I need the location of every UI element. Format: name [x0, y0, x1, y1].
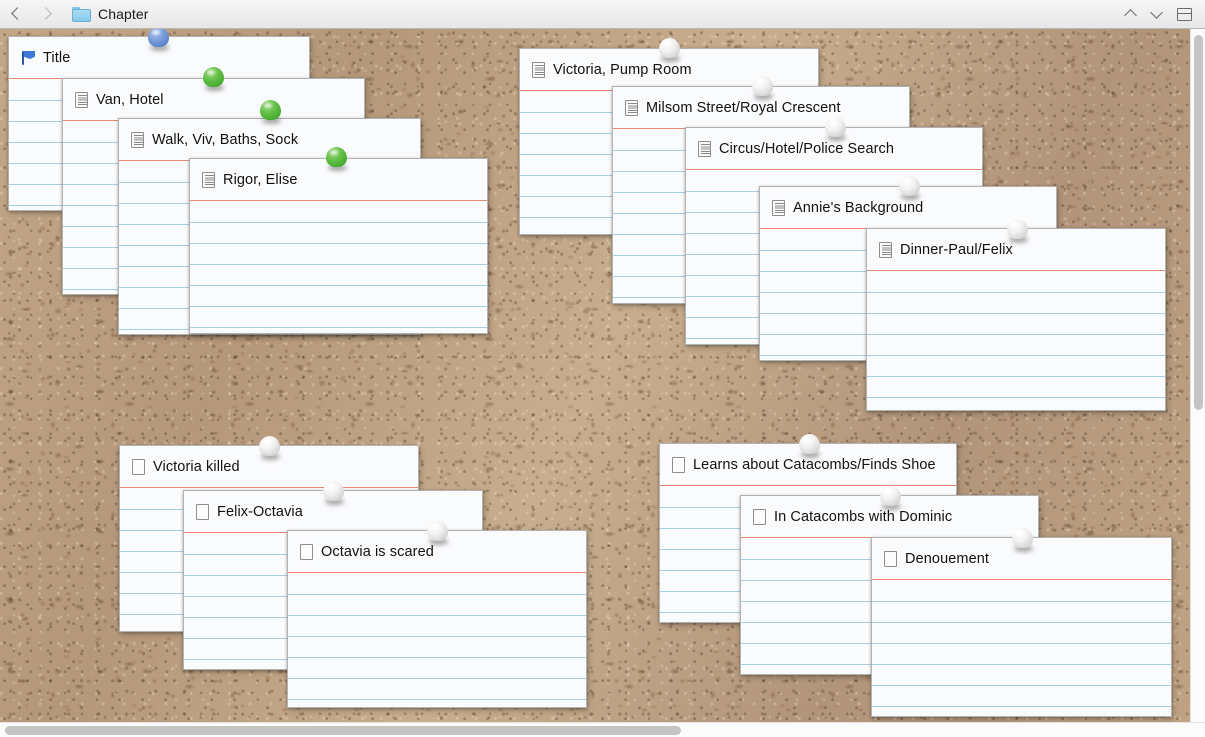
index-card-body[interactable] — [872, 580, 1171, 716]
document-icon — [202, 171, 215, 188]
index-card-title: Milsom Street/Royal Crescent — [646, 99, 841, 116]
index-card-title: Octavia is scared — [321, 543, 434, 560]
index-card-rule — [190, 244, 487, 265]
index-card-title: Annie's Background — [793, 199, 924, 216]
navigation-buttons — [12, 6, 50, 22]
index-card-title: Walk, Viv, Baths, Sock — [152, 131, 299, 148]
index-card[interactable]: Denouement — [871, 537, 1172, 717]
index-card-rule — [867, 398, 1165, 410]
index-card-rule — [190, 307, 487, 328]
index-card-title: Felix-Octavia — [217, 503, 303, 520]
chevron-down-icon[interactable] — [1151, 6, 1162, 22]
index-card-rule — [872, 644, 1171, 665]
index-card-title: Dinner-Paul/Felix — [900, 241, 1013, 258]
index-card-header: Rigor, Elise — [190, 159, 487, 201]
index-card-title: In Catacombs with Dominic — [774, 508, 953, 525]
horizontal-scrollbar[interactable] — [0, 722, 1205, 737]
document-icon — [131, 131, 144, 148]
index-card-header: Milsom Street/Royal Crescent — [613, 87, 909, 129]
index-card-header: In Catacombs with Dominic — [741, 496, 1038, 538]
document-icon — [625, 99, 638, 116]
index-card-header: Van, Hotel — [63, 79, 364, 121]
index-card-rule — [190, 265, 487, 286]
index-card-body[interactable] — [190, 201, 487, 333]
document-icon — [532, 61, 545, 78]
index-card-rule — [872, 623, 1171, 644]
index-card[interactable]: Octavia is scared — [287, 530, 587, 708]
index-card-rule — [288, 595, 586, 616]
index-card-title: Denouement — [905, 550, 990, 567]
document-icon — [879, 241, 892, 258]
breadcrumb[interactable]: Chapter — [72, 6, 149, 22]
corkboard-window: Chapter Title Van, Hotel Walk, Viv, Baths,… — [0, 0, 1205, 737]
corkboard-canvas[interactable]: Title Van, Hotel Walk, Viv, Baths, Sock Rig… — [0, 29, 1190, 722]
index-card-header: Victoria killed — [120, 446, 418, 488]
index-card-rule — [190, 286, 487, 307]
split-view-icon[interactable] — [1177, 7, 1192, 21]
index-card-header: Victoria, Pump Room — [520, 49, 818, 91]
index-card-rule — [190, 223, 487, 244]
index-card-rule — [872, 686, 1171, 707]
blank-doc-icon — [753, 508, 766, 525]
index-card-rule — [288, 658, 586, 679]
chevron-up-icon[interactable] — [1125, 6, 1136, 22]
index-card-rule — [867, 356, 1165, 377]
index-card-rule — [872, 665, 1171, 686]
index-card-rule — [867, 335, 1165, 356]
index-card-rule — [288, 700, 586, 707]
index-card-header: Circus/Hotel/Police Search — [686, 128, 982, 170]
index-card-rule — [867, 377, 1165, 398]
index-card-title: Learns about Catacombs/Finds Shoe — [693, 456, 936, 473]
index-card-rule — [867, 314, 1165, 335]
index-card-rule — [872, 707, 1171, 716]
blank-doc-icon — [300, 543, 313, 560]
blank-doc-icon — [672, 456, 685, 473]
index-card-header: Title — [9, 37, 309, 79]
flag-icon — [21, 50, 35, 66]
index-card-header: Learns about Catacombs/Finds Shoe — [660, 444, 956, 486]
breadcrumb-label: Chapter — [98, 6, 149, 22]
blank-doc-icon — [884, 550, 897, 567]
index-card-rule — [872, 580, 1171, 602]
document-icon — [75, 91, 88, 108]
folder-icon — [72, 6, 91, 22]
index-card-rule — [288, 679, 586, 700]
toolbar-right-controls — [1125, 6, 1192, 22]
index-card-rule — [190, 201, 487, 223]
chevron-right-icon[interactable] — [39, 6, 50, 22]
chevron-left-icon[interactable] — [12, 6, 23, 22]
window-toolbar: Chapter — [0, 0, 1205, 29]
index-card-header: Felix-Octavia — [184, 491, 482, 533]
document-icon — [772, 199, 785, 216]
index-card-rule — [288, 573, 586, 595]
index-card-header: Octavia is scared — [288, 531, 586, 573]
index-card[interactable]: Dinner-Paul/Felix — [866, 228, 1166, 411]
index-card-rule — [867, 293, 1165, 314]
index-card-header: Walk, Viv, Baths, Sock — [119, 119, 420, 161]
horizontal-scrollbar-thumb[interactable] — [5, 726, 681, 735]
index-card-header: Denouement — [872, 538, 1171, 580]
index-card-header: Dinner-Paul/Felix — [867, 229, 1165, 271]
index-card-header: Annie's Background — [760, 187, 1056, 229]
index-card[interactable]: Rigor, Elise — [189, 158, 488, 334]
index-card-title: Victoria killed — [153, 458, 240, 475]
index-card-title: Van, Hotel — [96, 91, 164, 108]
index-card-body[interactable] — [867, 271, 1165, 410]
index-card-body[interactable] — [288, 573, 586, 707]
vertical-scrollbar-thumb[interactable] — [1194, 35, 1203, 410]
index-card-rule — [190, 328, 487, 333]
document-icon — [698, 140, 711, 157]
blank-doc-icon — [196, 503, 209, 520]
index-card-title: Victoria, Pump Room — [553, 61, 692, 78]
vertical-scrollbar[interactable] — [1190, 29, 1205, 722]
index-card-rule — [872, 602, 1171, 623]
index-card-rule — [867, 271, 1165, 293]
index-card-title: Rigor, Elise — [223, 171, 298, 188]
index-card-rule — [288, 637, 586, 658]
index-card-title: Title — [43, 49, 71, 66]
index-card-title: Circus/Hotel/Police Search — [719, 140, 895, 157]
blank-doc-icon — [132, 458, 145, 475]
index-card-rule — [288, 616, 586, 637]
